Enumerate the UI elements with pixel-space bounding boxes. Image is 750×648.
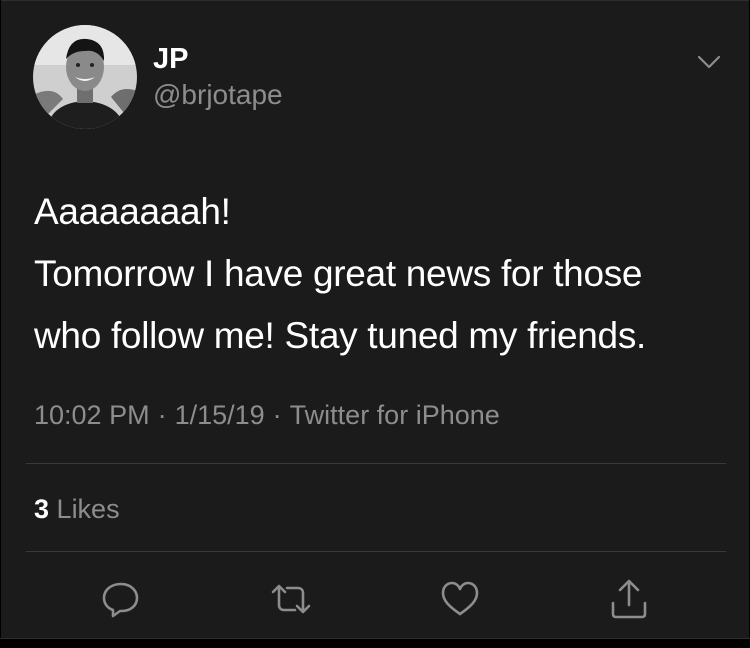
tweet-date: 1/15/19	[174, 400, 265, 430]
tweet-text: Aaaaaaaah! Tomorrow I have great news fo…	[34, 181, 734, 367]
like-heart-icon	[441, 581, 479, 616]
tweet-text-line: who follow me! Stay tuned my friends.	[34, 315, 647, 356]
divider	[26, 463, 726, 464]
tweet-time: 10:02 PM	[34, 400, 150, 430]
meta-separator: ·	[157, 400, 167, 430]
likes-stat[interactable]: 3 Likes	[34, 493, 120, 525]
divider	[0, 638, 750, 639]
share-icon	[611, 579, 647, 619]
author-name[interactable]: JP	[153, 43, 188, 75]
divider	[26, 551, 726, 552]
chevron-down-icon[interactable]	[695, 51, 723, 73]
tweet-text-line: Tomorrow I have great news for those	[34, 253, 643, 294]
avatar-photo	[33, 25, 137, 129]
like-button[interactable]	[438, 577, 482, 621]
reply-icon	[102, 582, 139, 618]
share-button[interactable]	[607, 577, 651, 621]
tweet-source[interactable]: Twitter for iPhone	[290, 400, 500, 430]
meta-separator: ·	[272, 400, 282, 430]
tweet-text-line: Aaaaaaaah!	[34, 191, 231, 232]
retweet-button[interactable]	[269, 577, 313, 621]
likes-label: Likes	[56, 494, 120, 524]
likes-count: 3	[34, 494, 50, 524]
author-handle[interactable]: @brjotape	[153, 79, 283, 111]
tweet-card: JP @brjotape Aaaaaaaah! Tomorrow I have …	[1, 0, 749, 639]
reply-button[interactable]	[99, 577, 143, 621]
avatar[interactable]	[33, 25, 137, 129]
tweet-meta: 10:02 PM · 1/15/19 · Twitter for iPhone	[34, 399, 500, 431]
retweet-icon	[271, 584, 311, 614]
